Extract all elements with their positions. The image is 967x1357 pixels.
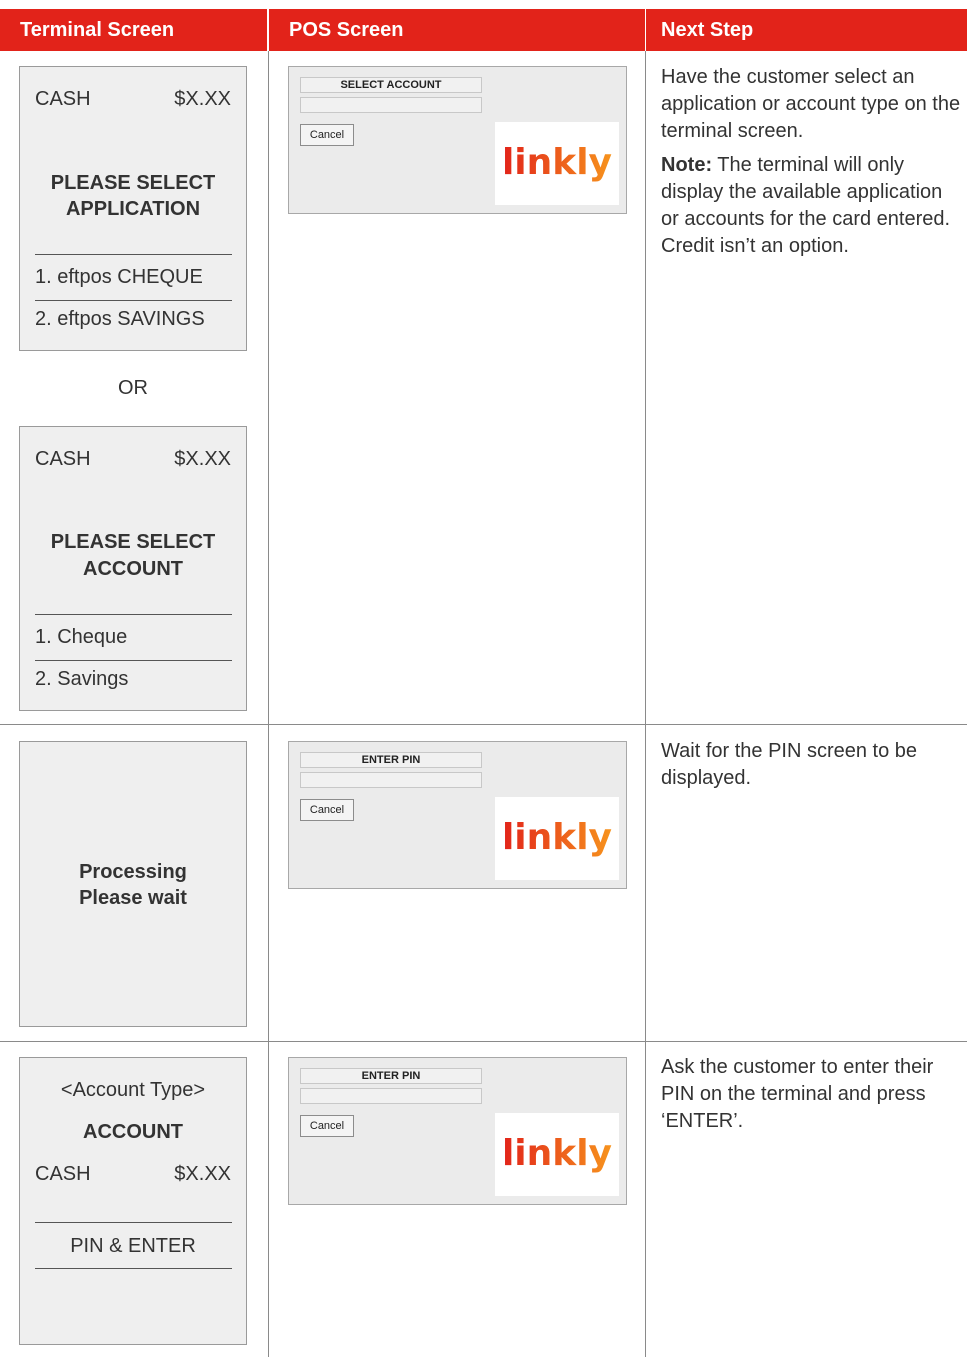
next-step-2: Wait for the PIN screen to be displayed. (661, 738, 961, 799)
next-step-3: Ask the customer to enter their PIN on t… (661, 1054, 961, 1142)
divider (35, 614, 232, 615)
divider (35, 1268, 232, 1269)
divider (35, 254, 232, 255)
header-next-step: Next Step (646, 9, 967, 51)
account-type-text: <Account Type> (60, 1079, 206, 1101)
header-terminal-screen: Terminal Screen (0, 9, 267, 51)
prompt-line2: APPLICATION (65, 198, 201, 220)
pos-title-field: ENTER PIN (300, 1068, 482, 1084)
prompt-line1: PLEASE SELECT (50, 531, 216, 553)
terminal-screen-select-application: CASH $X.XX PLEASE SELECT APPLICATION 1. … (19, 66, 247, 351)
cash-label: CASH (35, 88, 91, 110)
terminal-screen-processing: Processing Please wait (19, 741, 247, 1027)
pos-status-field (300, 1088, 482, 1104)
option-1: 1. Cheque (35, 626, 128, 648)
note-label: Note: (661, 154, 713, 176)
svg-text:linkly: linkly (502, 142, 612, 183)
amount-value: $X.XX (174, 448, 231, 470)
pin-prompt: PIN & ENTER (70, 1235, 196, 1257)
amount-value: $X.XX (174, 88, 231, 110)
cancel-button[interactable]: Cancel (300, 1115, 354, 1137)
prompt-line1: PLEASE SELECT (50, 172, 216, 194)
cancel-button[interactable]: Cancel (300, 124, 354, 146)
please-wait-text: Please wait (79, 887, 187, 909)
pos-window-select-account: SELECT ACCOUNT Cancel linkly (288, 66, 627, 214)
row-divider (0, 1041, 967, 1042)
or-label: OR (118, 377, 148, 399)
pos-window-enter-pin: ENTER PIN Cancel linkly (288, 741, 627, 889)
divider (35, 1222, 232, 1223)
svg-text:linkly: linkly (502, 1133, 612, 1174)
amount-value: $X.XX (174, 1163, 231, 1185)
column-divider (268, 51, 269, 1357)
column-divider (645, 51, 646, 1357)
account-label: ACCOUNT (83, 1121, 183, 1143)
cash-label: CASH (35, 448, 91, 470)
cash-label: CASH (35, 1163, 91, 1185)
processing-text: Processing (79, 861, 187, 883)
row-divider (0, 724, 967, 725)
linkly-logo: linkly (495, 122, 619, 205)
svg-text:linkly: linkly (502, 817, 612, 858)
next-step-1: Have the customer select an application … (661, 64, 961, 267)
divider (35, 660, 232, 661)
pos-status-field (300, 97, 482, 113)
note-paragraph: Note: The terminal will only display the… (661, 152, 961, 260)
pos-title-field: ENTER PIN (300, 752, 482, 768)
linkly-logo: linkly (495, 797, 619, 880)
pos-window-enter-pin: ENTER PIN Cancel linkly (288, 1057, 627, 1205)
option-2: 2. Savings (35, 668, 129, 690)
terminal-screen-select-account: CASH $X.XX PLEASE SELECT ACCOUNT 1. Cheq… (19, 426, 247, 711)
terminal-screen-enter-pin: <Account Type> ACCOUNT CASH $X.XX PIN & … (19, 1057, 247, 1345)
divider (35, 300, 232, 301)
instruction-text: Ask the customer to enter their PIN on t… (661, 1056, 934, 1132)
option-2: 2. eftpos SAVINGS (35, 308, 205, 330)
instruction-text: Wait for the PIN screen to be displayed. (661, 740, 918, 789)
option-1: 1. eftpos CHEQUE (35, 266, 203, 288)
cancel-button[interactable]: Cancel (300, 799, 354, 821)
header-pos-screen: POS Screen (269, 9, 645, 51)
instruction-text: Have the customer select an application … (661, 66, 961, 142)
linkly-logo: linkly (495, 1113, 619, 1196)
pos-title-field: SELECT ACCOUNT (300, 77, 482, 93)
prompt-line2: ACCOUNT (83, 558, 183, 580)
pos-status-field (300, 772, 482, 788)
